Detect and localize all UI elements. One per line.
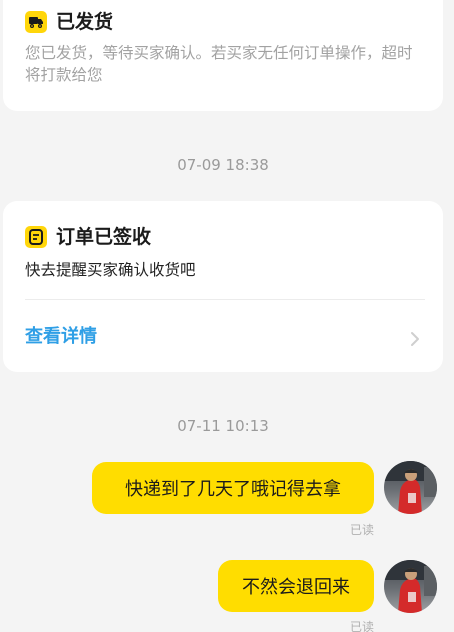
message-bubble[interactable]: 不然会退回来 xyxy=(218,560,374,612)
message-timestamp: 07-09 18:38 xyxy=(177,156,269,174)
receipt-icon xyxy=(25,226,47,248)
signed-card-header: 订单已签收 xyxy=(25,225,151,249)
message-bubble[interactable]: 快递到了几天了哦记得去拿 xyxy=(92,462,374,514)
read-status: 已读 xyxy=(349,620,374,632)
shipped-card-title: 已发货 xyxy=(56,11,114,33)
signed-card-title: 订单已签收 xyxy=(56,226,152,248)
shipped-card-header: 已发货 xyxy=(25,10,113,34)
order-signed-card[interactable]: 订单已签收 快去提醒买家确认收货吧 查看详情 xyxy=(3,201,443,372)
shipped-card-description: 您已发货，等待买家确认。若买家无任何订单操作，超时将打款给您 xyxy=(25,44,413,84)
view-details-link[interactable]: 查看详情 xyxy=(25,324,97,350)
chat-page: 已发货 您已发货，等待买家确认。若买家无任何订单操作，超时将打款给您 07-09… xyxy=(0,0,454,632)
avatar[interactable] xyxy=(384,461,437,514)
read-status: 已读 xyxy=(349,523,374,537)
shipped-notice-card: 已发货 您已发货，等待买家确认。若买家无任何订单操作，超时将打款给您 xyxy=(3,0,443,111)
signed-card-description: 快去提醒买家确认收货吧 xyxy=(25,261,196,279)
avatar[interactable] xyxy=(384,560,437,613)
truck-icon xyxy=(25,11,47,33)
card-divider xyxy=(25,299,425,300)
chevron-right-icon[interactable] xyxy=(409,331,421,347)
message-timestamp: 07-11 10:13 xyxy=(177,417,269,435)
